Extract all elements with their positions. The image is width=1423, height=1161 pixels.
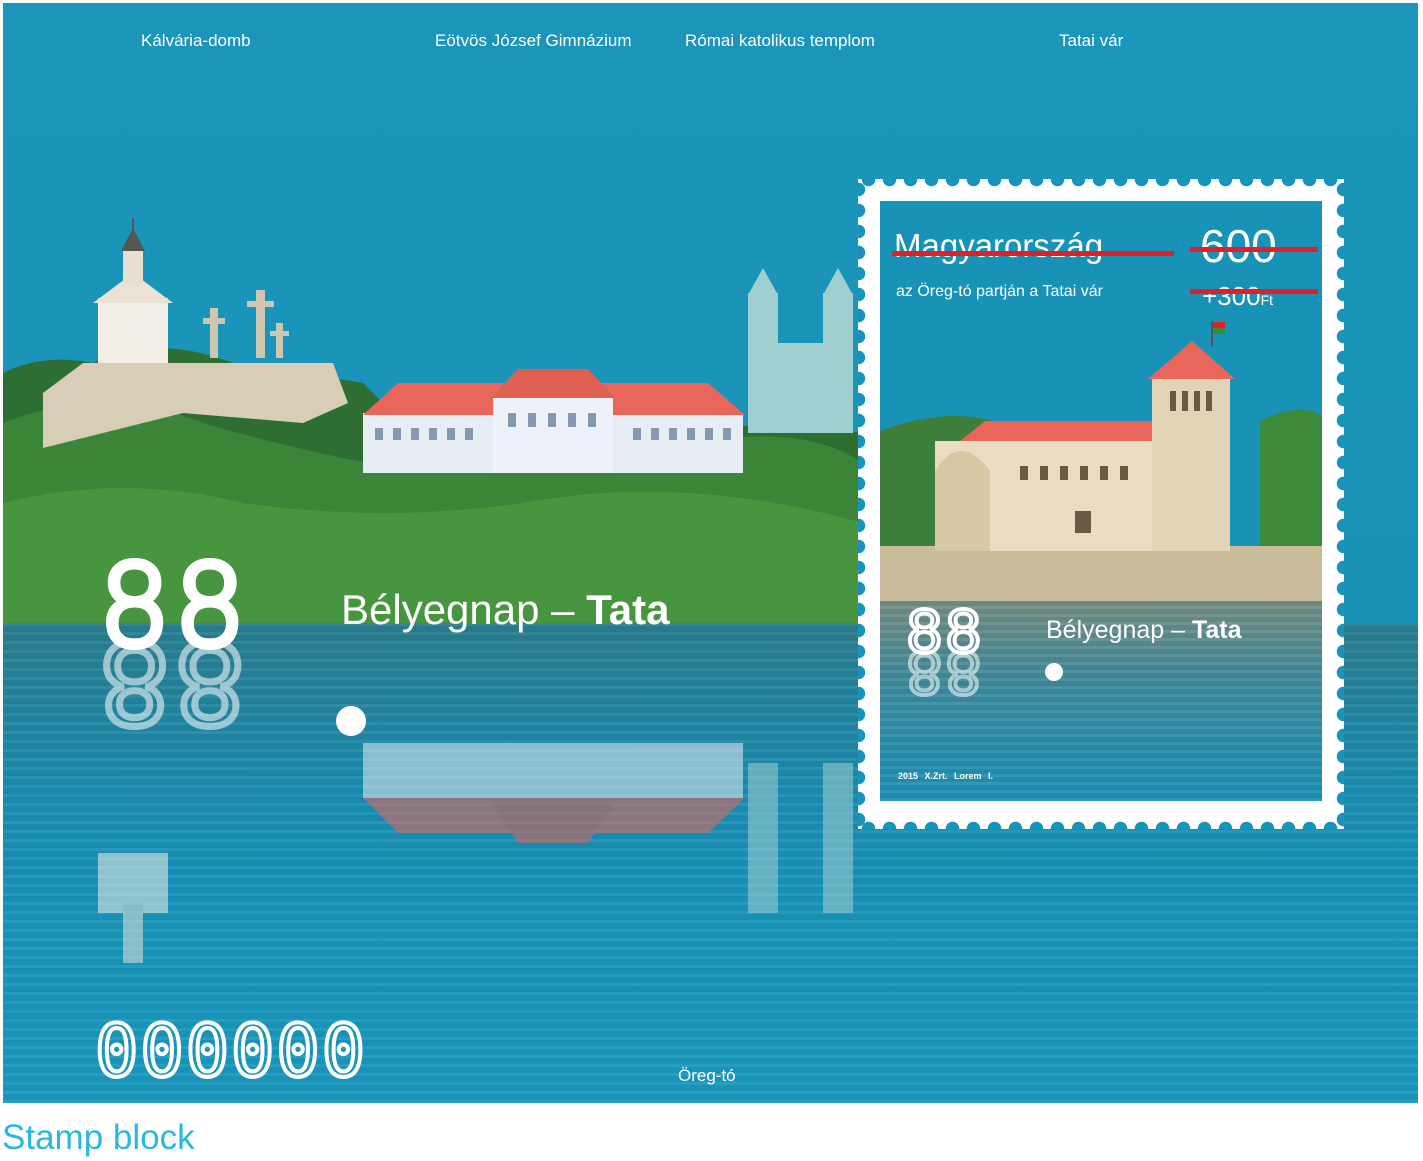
stamp-subtitle: az Öreg-tó partján a Tatai vár <box>896 283 1103 300</box>
caption-gymnasium: Eötvös József Gimnázium <box>435 31 632 50</box>
stamp-title-bold: Tata <box>1191 616 1242 644</box>
stamp-title-text: Bélyegnap – <box>1046 616 1192 644</box>
landscape-reflection <box>98 743 853 963</box>
stamp-face-value: 600 <box>1200 220 1277 272</box>
caption-church: Római katolikus templom <box>685 31 875 50</box>
big-88-number: 88 <box>96 542 250 672</box>
stamp-sheet: Kálvária-domb Eötvös József Gimnázium Ró… <box>3 3 1418 1103</box>
sheet-title-text: Bélyegnap – <box>341 586 587 633</box>
caption-kalvaria-domb: Kálvária-domb <box>141 31 251 50</box>
big-88-dot <box>336 706 366 736</box>
strike-country <box>892 251 1174 256</box>
stamp-image: Magyarország az Öreg-tó partján a Tatai … <box>880 201 1322 801</box>
catholic-church <box>748 268 853 433</box>
caption-castle: Tatai vár <box>1059 31 1124 50</box>
stamp-title: Bélyegnap – Tata <box>1046 616 1242 645</box>
serial-number: 000000 <box>93 1009 368 1093</box>
sheet-title: Bélyegnap – Tata <box>341 586 669 634</box>
caption-oreg-to: Öreg-tó <box>678 1066 736 1085</box>
footer-caption: Stamp block <box>2 1118 195 1157</box>
stamp-currency: Ft <box>1260 292 1274 308</box>
stamp-country: Magyarország <box>894 227 1104 264</box>
calvary-chapel <box>93 218 173 363</box>
stamp-88-number: 88 <box>904 598 984 666</box>
strike-surcharge <box>1190 289 1318 294</box>
stamp-surcharge: +300Ft <box>1202 281 1273 312</box>
sheet-title-bold: Tata <box>586 586 670 633</box>
gymnasium-building <box>363 369 745 473</box>
stamp-credits: 2015 X.Zrt. Lorem I. <box>898 771 994 781</box>
stamp-surcharge-amount: +300 <box>1202 281 1261 311</box>
calvary-crosses <box>203 290 289 358</box>
stamp: Magyarország az Öreg-tó partján a Tatai … <box>858 179 1344 829</box>
stamp-88-dot <box>1045 663 1063 681</box>
strike-value <box>1190 247 1318 252</box>
